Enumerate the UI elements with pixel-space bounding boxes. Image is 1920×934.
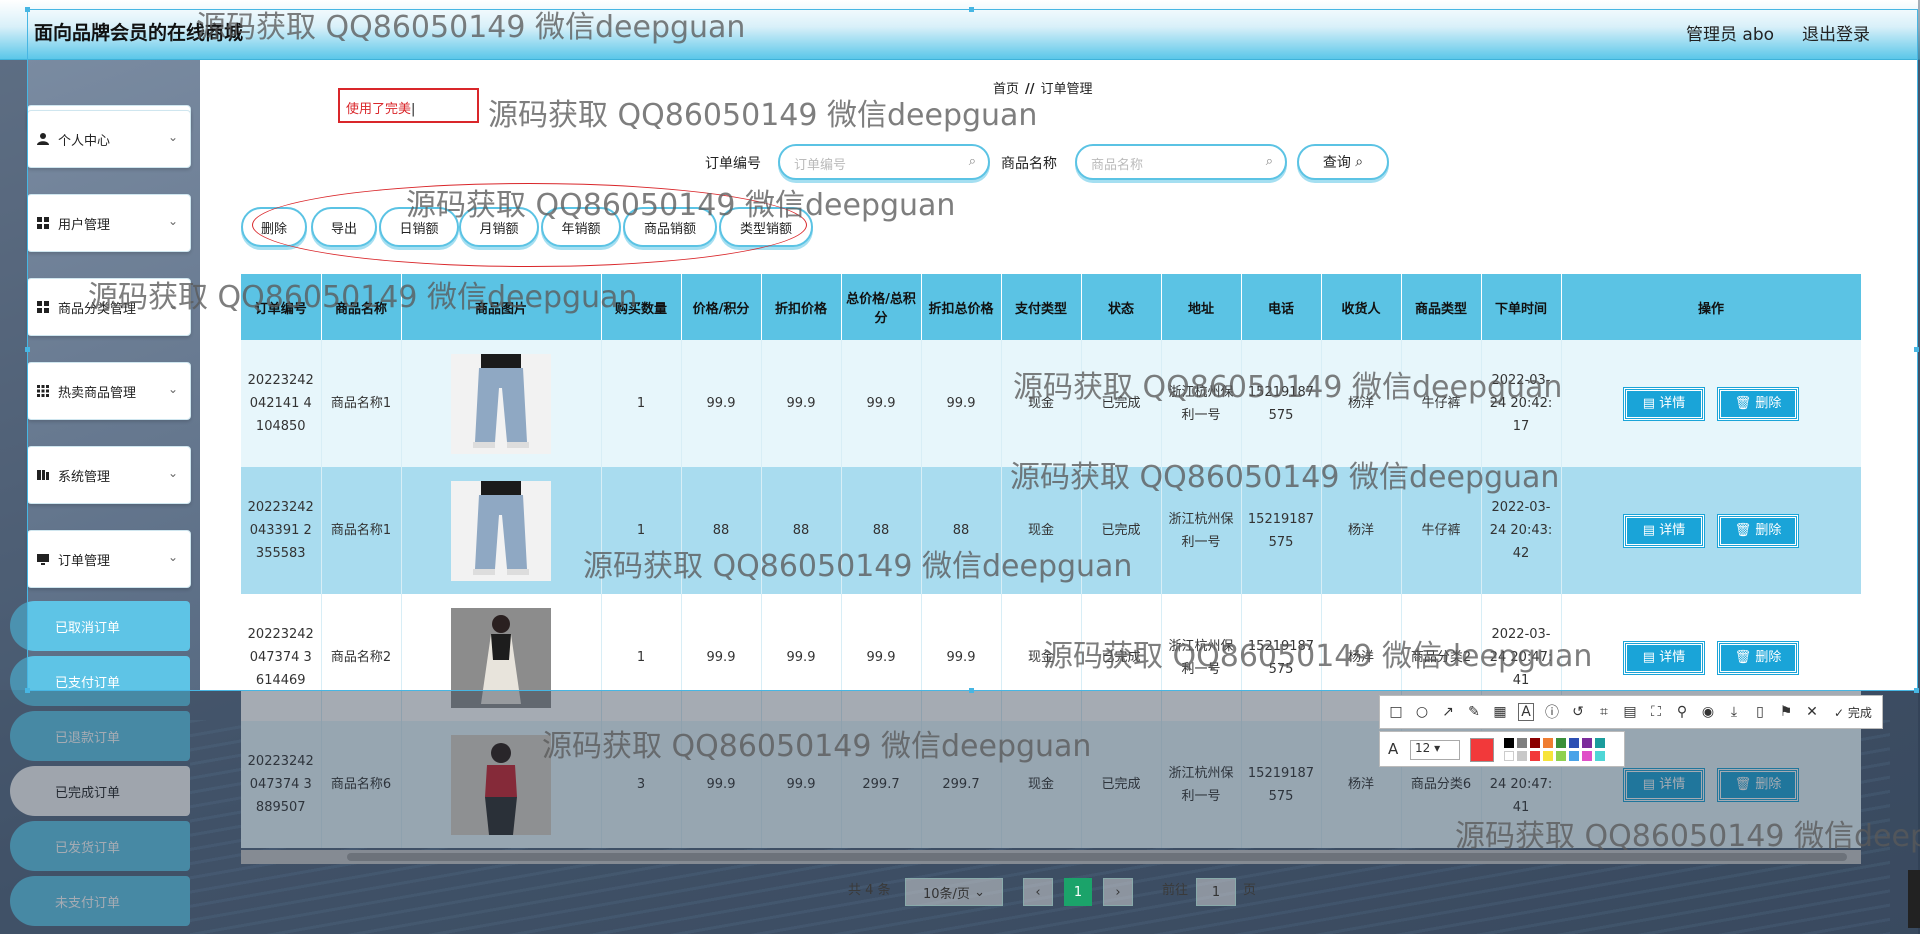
color-swatch[interactable] <box>1504 751 1514 761</box>
pen-tool-icon[interactable]: ✎ <box>1466 704 1482 720</box>
selection-handle[interactable] <box>1914 347 1919 352</box>
color-swatch[interactable] <box>1530 751 1540 761</box>
color-swatch[interactable] <box>1504 738 1514 748</box>
chevron-right-icon: › <box>1115 884 1121 900</box>
bookmark-icon[interactable]: ⚑ <box>1778 704 1794 720</box>
selection-handle[interactable] <box>25 688 30 693</box>
font-size-select[interactable]: 12 ▾ <box>1410 740 1460 760</box>
next-page-button[interactable]: › <box>1103 878 1133 906</box>
selection-handle[interactable] <box>969 7 974 12</box>
selection-handle[interactable] <box>1914 688 1919 693</box>
ocr-icon[interactable]: ▤ <box>1622 704 1638 720</box>
selection-handle[interactable] <box>969 688 974 693</box>
chevron-down-icon: ⌄ <box>974 884 985 900</box>
number-tool-icon[interactable]: ⓘ <box>1544 702 1560 722</box>
caret-down-icon: ▾ <box>1434 741 1441 755</box>
done-button[interactable]: ✓ 完成 <box>1834 704 1872 721</box>
color-swatch[interactable] <box>1595 751 1605 761</box>
mosaic-tool-icon[interactable]: ▦ <box>1492 704 1508 720</box>
color-swatch[interactable] <box>1517 751 1527 761</box>
color-swatch[interactable] <box>1556 751 1566 761</box>
goto-label: 前往 <box>1162 883 1189 898</box>
font-size-value: 12 <box>1415 741 1431 755</box>
scan-icon[interactable]: ⛶ <box>1648 704 1664 720</box>
text-tool-icon[interactable]: A <box>1518 703 1534 721</box>
screenshot-dim-overlay-left <box>0 60 27 690</box>
save-icon[interactable]: ▯ <box>1752 704 1768 720</box>
chevron-left-icon: ‹ <box>1035 884 1041 900</box>
record-icon[interactable]: ◉ <box>1700 704 1716 720</box>
crop-icon[interactable]: ⌗ <box>1596 704 1612 720</box>
color-swatch[interactable] <box>1543 751 1553 761</box>
color-swatch[interactable] <box>1569 738 1579 748</box>
pagination-total: 共 4 条 <box>848 883 891 898</box>
color-swatch[interactable] <box>1530 738 1540 748</box>
goto-page-input[interactable]: 1 <box>1196 878 1236 906</box>
color-swatch[interactable] <box>1543 738 1553 748</box>
prev-page-button[interactable]: ‹ <box>1023 878 1053 906</box>
undo-icon[interactable]: ↺ <box>1570 704 1586 720</box>
snip-toolbar: □ ○ ↗ ✎ ▦ A ⓘ ↺ ⌗ ▤ ⛶ ⚲ ◉ ⤓ ▯ ⚑ ✕ ✓ 完成 <box>1379 695 1883 729</box>
page-unit-label: 页 <box>1243 883 1257 898</box>
color-swatch[interactable] <box>1582 751 1592 761</box>
page-number-current[interactable]: 1 <box>1064 878 1092 906</box>
window-edge <box>1908 870 1920 928</box>
color-swatch[interactable] <box>1556 738 1566 748</box>
ellipse-tool-icon[interactable]: ○ <box>1414 704 1430 720</box>
screenshot-selection-frame[interactable] <box>27 9 1918 691</box>
page-size-value: 10条/页 <box>923 886 970 902</box>
pin-icon[interactable]: ⚲ <box>1674 704 1690 720</box>
done-label: 完成 <box>1847 705 1872 720</box>
close-icon[interactable]: ✕ <box>1804 704 1820 720</box>
color-swatch[interactable] <box>1569 751 1579 761</box>
color-swatch[interactable] <box>1582 738 1592 748</box>
color-swatch[interactable] <box>1595 738 1605 748</box>
page-size-select[interactable]: 10条/页 ⌄ <box>905 878 1003 906</box>
download-icon[interactable]: ⤓ <box>1726 704 1742 720</box>
arrow-tool-icon[interactable]: ↗ <box>1440 704 1456 720</box>
snip-style-toolbar: A 12 ▾ <box>1379 731 1625 767</box>
color-swatch[interactable] <box>1517 738 1527 748</box>
selection-handle[interactable] <box>25 347 30 352</box>
rectangle-tool-icon[interactable]: □ <box>1388 704 1404 720</box>
current-color-swatch[interactable] <box>1470 738 1494 762</box>
font-icon: A <box>1388 740 1399 758</box>
selection-handle[interactable] <box>25 7 30 12</box>
